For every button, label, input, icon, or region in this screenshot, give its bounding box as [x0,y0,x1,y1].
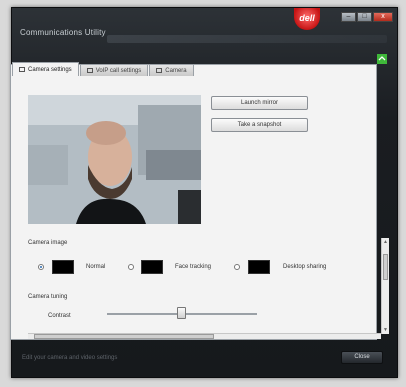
webcam-icon [156,68,163,73]
close-window-button[interactable]: x [373,12,393,22]
normal-label: Normal [86,264,106,270]
take-snapshot-button[interactable]: Take a snapshot [211,118,308,132]
contrast-slider-thumb[interactable] [177,307,186,319]
minimize-button[interactable]: – [341,12,356,22]
launch-mirror-button[interactable]: Launch mirror [211,96,308,110]
close-button[interactable]: Close [341,351,383,364]
normal-radio[interactable] [38,264,44,270]
status-text: Edit your camera and video settings [22,355,118,361]
horizontal-scroll-thumb[interactable] [34,334,214,339]
tab-camera[interactable]: Camera [149,64,194,76]
window-title: Communications Utility [20,28,106,37]
desktop-sharing-radio[interactable] [234,264,240,270]
vertical-scroll-thumb[interactable] [383,254,388,280]
contrast-label: Contrast [48,313,71,319]
brand-logo: dell [294,8,320,30]
title-bar: Communications Utility dell – □ x [12,8,397,48]
camera-preview [28,95,201,224]
sync-icon[interactable] [377,54,387,64]
tab-label: Camera [165,67,187,74]
camera-icon [19,67,25,72]
face-tracking-radio[interactable] [128,264,134,270]
status-bar: Edit your camera and video settings Clos… [12,347,397,377]
face-tracking-thumbnail [141,260,163,274]
tab-label: VoIP call settings [95,67,142,74]
scroll-up-icon[interactable]: ▲ [383,239,388,245]
vertical-scrollbar[interactable]: ▲ ▼ [381,238,389,334]
title-subtext-bar [107,35,387,43]
scroll-down-icon[interactable]: ▼ [383,327,388,333]
tab-bar: Camera settings VoIP call settings Camer… [12,62,194,76]
tab-camera-settings[interactable]: Camera settings [12,62,79,76]
camera-image-label: Camera image [28,240,68,246]
maximize-button[interactable]: □ [357,12,372,22]
desktop-sharing-thumbnail [248,260,270,274]
face-tracking-label: Face tracking [175,264,212,270]
desktop-sharing-label: Desktop sharing [283,264,327,270]
phone-icon [86,68,93,73]
normal-mode-thumbnail [52,260,74,274]
tab-label: Camera settings [28,66,72,73]
horizontal-scrollbar[interactable] [28,333,381,339]
window-controls: – □ x [341,12,393,22]
camera-tuning-label: Camera tuning [28,294,68,300]
tab-voip-call-settings[interactable]: VoIP call settings [79,64,149,76]
